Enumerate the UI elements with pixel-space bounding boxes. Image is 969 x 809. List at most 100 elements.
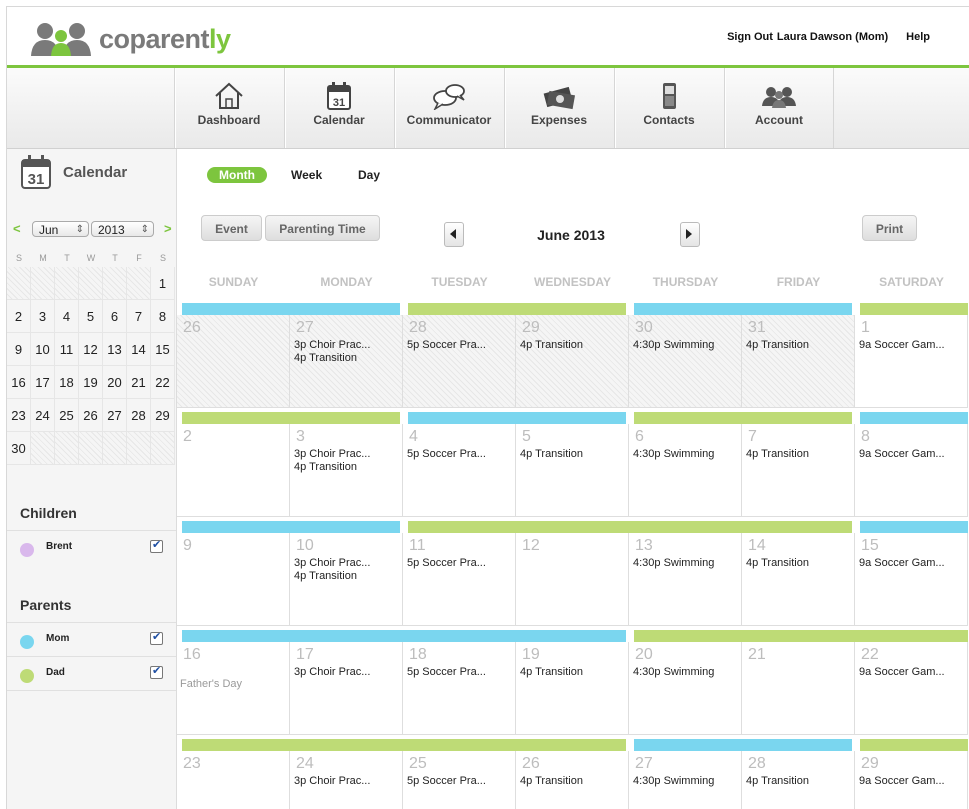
parenting-time-bar-dad[interactable] bbox=[634, 412, 852, 424]
help-link[interactable]: Help bbox=[906, 31, 930, 43]
day-cell[interactable]: 8 9a Soccer Gam... bbox=[855, 424, 968, 517]
day-cell[interactable]: 26 4p Transition bbox=[516, 751, 629, 809]
day-cell[interactable]: 24 3p Choir Prac... bbox=[290, 751, 403, 809]
day-cell[interactable]: 21 bbox=[742, 642, 855, 735]
calendar-event[interactable]: 4p Transition bbox=[520, 448, 583, 460]
calendar-event[interactable]: 4p Transition bbox=[294, 352, 357, 364]
day-cell[interactable]: 14 4p Transition bbox=[742, 533, 855, 626]
calendar-event[interactable]: 4:30p Swimming bbox=[633, 557, 714, 569]
day-cell[interactable]: 20 4:30p Swimming bbox=[629, 642, 742, 735]
mini-day[interactable]: 10 bbox=[31, 333, 55, 366]
calendar-event[interactable]: 5p Soccer Pra... bbox=[407, 557, 486, 569]
calendar-event[interactable]: 4p Transition bbox=[520, 666, 583, 678]
mini-day[interactable]: 8 bbox=[151, 300, 175, 333]
nav-communicator[interactable]: Communicator bbox=[394, 68, 503, 148]
day-cell[interactable]: 22 9a Soccer Gam... bbox=[855, 642, 968, 735]
mini-day[interactable]: 27 bbox=[103, 399, 127, 432]
nav-account[interactable]: Account bbox=[724, 68, 834, 148]
day-cell[interactable]: 2 bbox=[177, 424, 290, 517]
calendar-event[interactable]: 4:30p Swimming bbox=[633, 775, 714, 787]
mini-day[interactable]: 29 bbox=[151, 399, 175, 432]
calendar-event[interactable]: 4:30p Swimming bbox=[633, 339, 714, 351]
parenting-time-bar-mom[interactable] bbox=[182, 630, 626, 642]
day-cell[interactable]: 13 4:30p Swimming bbox=[629, 533, 742, 626]
calendar-event[interactable]: 4p Transition bbox=[520, 339, 583, 351]
day-cell[interactable]: 23 bbox=[177, 751, 290, 809]
tab-day[interactable]: Day bbox=[358, 167, 380, 183]
mini-day[interactable]: 7 bbox=[127, 300, 151, 333]
brent-checkbox[interactable] bbox=[150, 538, 163, 553]
parenting-time-bar-dad[interactable] bbox=[182, 739, 626, 751]
sign-out-link[interactable]: Sign Out bbox=[727, 31, 773, 43]
calendar-event[interactable]: 4:30p Swimming bbox=[633, 666, 714, 678]
calendar-event[interactable]: 4p Transition bbox=[294, 570, 357, 582]
parenting-time-bar-dad[interactable] bbox=[860, 739, 968, 751]
calendar-event[interactable]: 3p Choir Prac... bbox=[294, 557, 370, 569]
day-cell[interactable]: 16 Father's Day bbox=[177, 642, 290, 735]
day-cell[interactable]: 19 4p Transition bbox=[516, 642, 629, 735]
month-select[interactable]: Jun bbox=[32, 221, 89, 238]
add-event-button[interactable]: Event bbox=[201, 215, 262, 241]
mini-day[interactable]: 22 bbox=[151, 366, 175, 399]
calendar-event[interactable]: 4p Transition bbox=[746, 775, 809, 787]
day-cell[interactable]: 9 bbox=[177, 533, 290, 626]
parenting-time-bar-mom[interactable] bbox=[860, 412, 968, 424]
mom-checkbox[interactable] bbox=[150, 630, 163, 645]
nav-contacts[interactable]: Contacts bbox=[614, 68, 723, 148]
calendar-event[interactable]: 3p Choir Prac... bbox=[294, 666, 370, 678]
day-cell[interactable]: 6 4:30p Swimming bbox=[629, 424, 742, 517]
mini-day[interactable]: 9 bbox=[7, 333, 31, 366]
year-select[interactable]: 2013 bbox=[91, 221, 154, 238]
mini-day[interactable]: 26 bbox=[79, 399, 103, 432]
day-cell[interactable]: 27 3p Choir Prac... 4p Transition bbox=[290, 315, 403, 408]
day-cell[interactable]: 7 4p Transition bbox=[742, 424, 855, 517]
nav-calendar[interactable]: 31 Calendar bbox=[284, 68, 393, 148]
calendar-event[interactable]: 4p Transition bbox=[746, 557, 809, 569]
next-month-button[interactable] bbox=[680, 222, 700, 247]
parenting-time-bar-dad[interactable] bbox=[408, 303, 626, 315]
dad-checkbox[interactable] bbox=[150, 664, 163, 679]
calendar-event[interactable]: 5p Soccer Pra... bbox=[407, 666, 486, 678]
prev-month-button[interactable] bbox=[444, 222, 464, 247]
day-cell[interactable]: 12 bbox=[516, 533, 629, 626]
mini-day[interactable]: 18 bbox=[55, 366, 79, 399]
parenting-time-button[interactable]: Parenting Time bbox=[265, 215, 380, 241]
nav-expenses[interactable]: Expenses bbox=[504, 68, 613, 148]
day-cell[interactable]: 27 4:30p Swimming bbox=[629, 751, 742, 809]
calendar-event[interactable]: 4p Transition bbox=[746, 339, 809, 351]
mini-day[interactable]: 13 bbox=[103, 333, 127, 366]
calendar-event[interactable]: 5p Soccer Pra... bbox=[407, 775, 486, 787]
mini-day[interactable]: 19 bbox=[79, 366, 103, 399]
mini-day[interactable]: 2 bbox=[7, 300, 31, 333]
day-cell[interactable]: 31 4p Transition bbox=[742, 315, 855, 408]
print-button[interactable]: Print bbox=[862, 215, 917, 241]
calendar-event[interactable]: 3p Choir Prac... bbox=[294, 448, 370, 460]
calendar-event[interactable]: 5p Soccer Pra... bbox=[407, 339, 486, 351]
mini-day[interactable]: 12 bbox=[79, 333, 103, 366]
calendar-event[interactable]: 9a Soccer Gam... bbox=[859, 666, 945, 678]
calendar-event[interactable]: 3p Choir Prac... bbox=[294, 775, 370, 787]
day-cell[interactable]: 29 4p Transition bbox=[516, 315, 629, 408]
day-cell[interactable]: 30 4:30p Swimming bbox=[629, 315, 742, 408]
calendar-event[interactable]: 9a Soccer Gam... bbox=[859, 448, 945, 460]
mini-day[interactable]: 4 bbox=[55, 300, 79, 333]
calendar-event[interactable]: 4p Transition bbox=[520, 775, 583, 787]
mini-day[interactable]: 3 bbox=[31, 300, 55, 333]
mini-day[interactable]: 16 bbox=[7, 366, 31, 399]
mini-day[interactable]: 30 bbox=[7, 432, 31, 465]
mini-day[interactable]: 14 bbox=[127, 333, 151, 366]
calendar-event[interactable]: 9a Soccer Gam... bbox=[859, 557, 945, 569]
parenting-time-bar-mom[interactable] bbox=[182, 303, 400, 315]
day-cell[interactable]: 18 5p Soccer Pra... bbox=[403, 642, 516, 735]
day-cell[interactable]: 17 3p Choir Prac... bbox=[290, 642, 403, 735]
mini-day[interactable]: 28 bbox=[127, 399, 151, 432]
mini-day[interactable]: 5 bbox=[79, 300, 103, 333]
calendar-event[interactable]: 4:30p Swimming bbox=[633, 448, 714, 460]
tab-month[interactable]: Month bbox=[207, 167, 267, 183]
calendar-event[interactable]: 4p Transition bbox=[746, 448, 809, 460]
parenting-time-bar-dad[interactable] bbox=[860, 303, 968, 315]
parenting-time-bar-dad[interactable] bbox=[408, 521, 852, 533]
mini-day[interactable]: 21 bbox=[127, 366, 151, 399]
tab-week[interactable]: Week bbox=[291, 167, 322, 183]
day-cell[interactable]: 5 4p Transition bbox=[516, 424, 629, 517]
